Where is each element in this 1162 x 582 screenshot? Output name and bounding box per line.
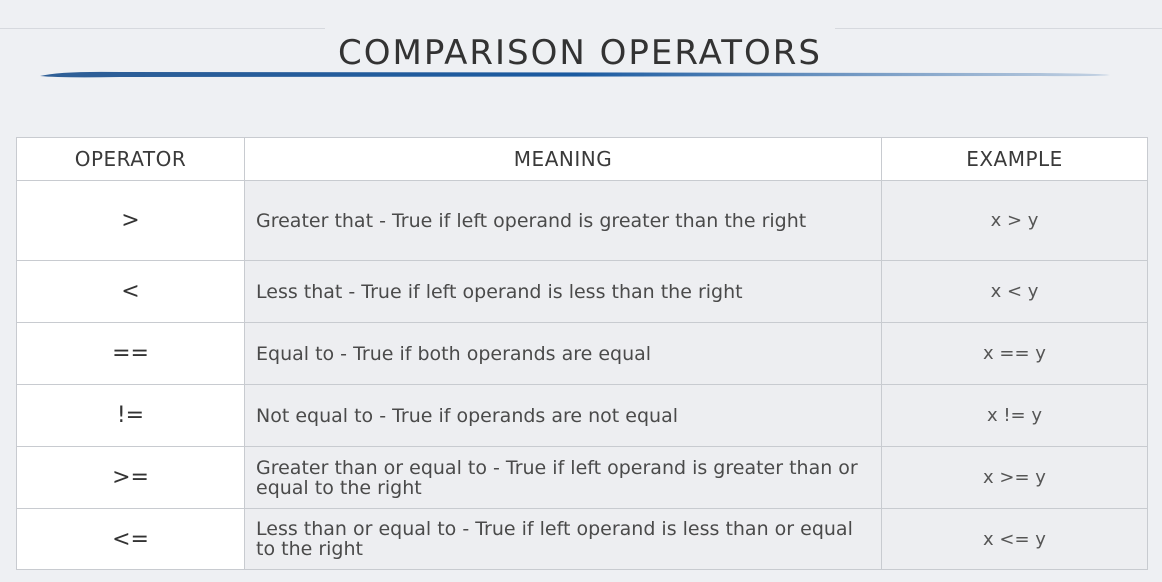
table-row: == Equal to - True if both operands are … bbox=[16, 322, 1148, 385]
header-example: EXAMPLE bbox=[881, 137, 1148, 181]
title-rule-left bbox=[0, 28, 325, 29]
table-row: > Greater that - True if left operand is… bbox=[16, 180, 1148, 261]
operator-cell: <= bbox=[16, 508, 245, 570]
operator-cell: >= bbox=[16, 446, 245, 509]
example-cell: x != y bbox=[881, 384, 1148, 447]
example-cell: x == y bbox=[881, 322, 1148, 385]
meaning-cell: Less that - True if left operand is less… bbox=[244, 260, 882, 323]
operator-cell: == bbox=[16, 322, 245, 385]
meaning-cell: Less than or equal to - True if left ope… bbox=[244, 508, 882, 570]
meaning-cell: Greater that - True if left operand is g… bbox=[244, 180, 882, 261]
example-cell: x > y bbox=[881, 180, 1148, 261]
table-header-row: OPERATOR MEANING EXAMPLE bbox=[16, 137, 1148, 181]
page-title: COMPARISON OPERATORS bbox=[337, 32, 822, 73]
table-row: < Less that - True if left operand is le… bbox=[16, 260, 1148, 323]
title-rule-right bbox=[835, 28, 1162, 29]
example-cell: x >= y bbox=[881, 446, 1148, 509]
operator-cell: < bbox=[16, 260, 245, 323]
meaning-cell: Equal to - True if both operands are equ… bbox=[244, 322, 882, 385]
header-operator: OPERATOR bbox=[16, 137, 245, 181]
operator-cell: != bbox=[16, 384, 245, 447]
operator-cell: > bbox=[16, 180, 245, 261]
meaning-cell: Not equal to - True if operands are not … bbox=[244, 384, 882, 447]
title-underline bbox=[40, 71, 1110, 78]
title-block: COMPARISON OPERATORS bbox=[0, 0, 1162, 73]
table-row: != Not equal to - True if operands are n… bbox=[16, 384, 1148, 447]
example-cell: x < y bbox=[881, 260, 1148, 323]
example-cell: x <= y bbox=[881, 508, 1148, 570]
table-row: >= Greater than or equal to - True if le… bbox=[16, 446, 1148, 509]
table-row: <= Less than or equal to - True if left … bbox=[16, 508, 1148, 570]
operators-table: OPERATOR MEANING EXAMPLE > Greater that … bbox=[16, 137, 1148, 570]
meaning-cell: Greater than or equal to - True if left … bbox=[244, 446, 882, 509]
header-meaning: MEANING bbox=[244, 137, 882, 181]
